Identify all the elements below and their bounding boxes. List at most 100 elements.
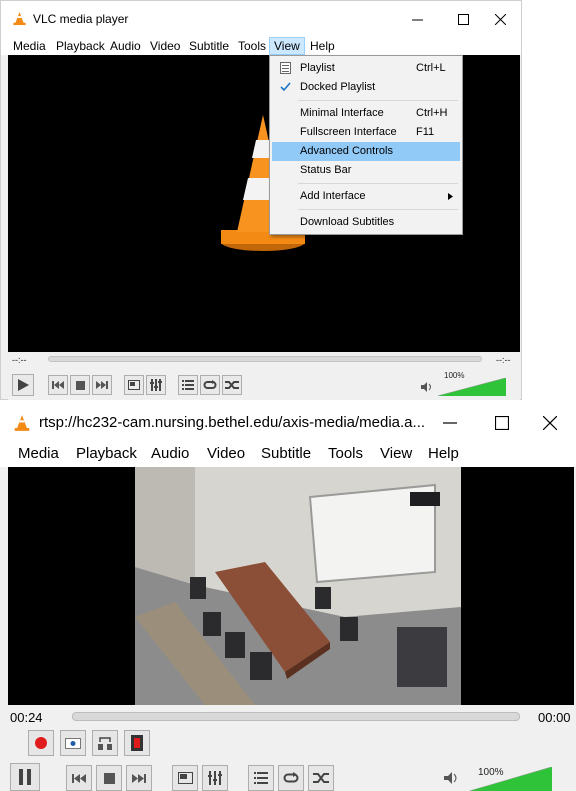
next-button[interactable]: [92, 375, 112, 395]
menu-playback[interactable]: Playback: [52, 38, 109, 54]
previous-icon: [52, 381, 64, 389]
view-menu-item-docked-playlist[interactable]: Docked Playlist: [272, 78, 460, 97]
pause-icon: [19, 769, 31, 785]
menu-playback[interactable]: Playback: [76, 445, 137, 462]
menu-media[interactable]: Media: [18, 445, 59, 462]
playlist-button[interactable]: [178, 375, 198, 395]
view-menu-item-fullscreen-interface[interactable]: Fullscreen Interface F11: [272, 123, 460, 142]
loop-ab-icon: [98, 737, 112, 750]
menu-help[interactable]: Help: [428, 445, 459, 462]
menu-help[interactable]: Help: [306, 38, 339, 54]
close-button[interactable]: [477, 1, 523, 37]
menu-video[interactable]: Video: [146, 38, 184, 54]
menu-tools[interactable]: Tools: [234, 38, 270, 54]
shuffle-button[interactable]: [308, 765, 334, 791]
menu-item-label: Add Interface: [300, 190, 366, 202]
stop-button[interactable]: [96, 765, 122, 791]
record-button[interactable]: [28, 730, 54, 756]
menu-audio[interactable]: Audio: [151, 445, 189, 462]
shuffle-button[interactable]: [222, 375, 242, 395]
previous-button[interactable]: [48, 375, 68, 395]
menu-item-shortcut: Ctrl+L: [416, 62, 446, 74]
checkmark-icon: [280, 82, 291, 92]
control-bar: 100%: [8, 370, 520, 400]
minimize-button[interactable]: [394, 1, 440, 37]
view-menu-item-advanced-controls[interactable]: Advanced Controls: [272, 142, 460, 161]
video-area[interactable]: [8, 467, 574, 705]
menu-media[interactable]: Media: [9, 38, 50, 54]
menu-separator: [298, 209, 458, 210]
playlist-icon: [182, 380, 194, 390]
minimize-button[interactable]: [424, 404, 476, 441]
seek-bar[interactable]: [72, 712, 520, 721]
menu-view[interactable]: View: [269, 37, 305, 55]
fullscreen-button[interactable]: [124, 375, 144, 395]
volume-slider[interactable]: [470, 767, 552, 791]
menu-audio[interactable]: Audio: [106, 38, 145, 54]
menu-item-label: Fullscreen Interface: [300, 126, 397, 138]
view-menu-item-add-interface[interactable]: Add Interface: [272, 187, 460, 206]
fullscreen-button[interactable]: [172, 765, 198, 791]
view-menu-item-playlist[interactable]: Playlist Ctrl+L: [272, 59, 460, 78]
fullscreen-icon: [177, 772, 193, 784]
loop-ab-button[interactable]: [92, 730, 118, 756]
next-icon: [96, 381, 108, 389]
window-title: rtsp://hc232-cam.nursing.bethel.edu/axis…: [39, 414, 426, 431]
submenu-arrow-icon: [448, 193, 453, 200]
close-icon: [494, 13, 506, 25]
speaker-icon[interactable]: [421, 382, 433, 392]
loop-button[interactable]: [278, 765, 304, 791]
playlist-icon: [254, 772, 268, 784]
maximize-button[interactable]: [476, 404, 528, 441]
shuffle-icon: [313, 773, 329, 783]
playlist-icon: [280, 62, 291, 74]
minimize-icon: [411, 19, 423, 20]
stop-icon: [75, 380, 85, 390]
seek-row: 00:24 00:00: [0, 705, 576, 729]
vlc-cone-icon: [13, 11, 26, 26]
menu-item-label: Minimal Interface: [300, 107, 384, 119]
menu-video[interactable]: Video: [207, 445, 245, 462]
shuffle-icon: [225, 381, 239, 389]
menu-bar: Media Playback Audio Video Subtitle Tool…: [1, 37, 521, 55]
maximize-icon: [495, 415, 509, 430]
next-button[interactable]: [126, 765, 152, 791]
seek-bar[interactable]: [48, 356, 482, 362]
fullscreen-icon: [128, 380, 140, 390]
menu-separator: [298, 183, 458, 184]
menu-item-label: Playlist: [300, 62, 335, 74]
vlc-window-large: rtsp://hc232-cam.nursing.bethel.edu/axis…: [0, 404, 576, 791]
vlc-cone-icon: [14, 415, 30, 431]
menu-item-label: Docked Playlist: [300, 81, 376, 93]
close-button[interactable]: [524, 404, 576, 441]
frame-by-frame-button[interactable]: [124, 730, 150, 756]
speaker-icon[interactable]: [444, 772, 459, 784]
menu-subtitle[interactable]: Subtitle: [185, 38, 233, 54]
stop-button[interactable]: [70, 375, 90, 395]
menu-bar: Media Playback Audio Video Subtitle Tool…: [0, 441, 576, 467]
extended-settings-button[interactable]: [202, 765, 228, 791]
close-icon: [543, 415, 557, 430]
title-bar: VLC media player: [1, 1, 521, 37]
pause-button[interactable]: [10, 763, 40, 791]
playlist-button[interactable]: [248, 765, 274, 791]
play-button[interactable]: [12, 374, 34, 396]
view-menu-item-download-subtitles[interactable]: Download Subtitles: [272, 213, 460, 232]
view-menu-item-status-bar[interactable]: Status Bar: [272, 161, 460, 180]
snapshot-button[interactable]: [60, 730, 86, 756]
menu-item-label: Status Bar: [300, 164, 352, 176]
volume-slider[interactable]: [438, 378, 506, 396]
elapsed-time: --:--: [12, 355, 27, 365]
menu-view[interactable]: View: [380, 445, 412, 462]
loop-icon: [283, 772, 299, 783]
menu-item-shortcut: Ctrl+H: [416, 107, 448, 119]
menu-item-shortcut: F11: [416, 126, 435, 138]
view-menu-item-minimal-interface[interactable]: Minimal Interface Ctrl+H: [272, 104, 460, 123]
frame-step-icon: [131, 735, 143, 751]
previous-button[interactable]: [66, 765, 92, 791]
loop-button[interactable]: [200, 375, 220, 395]
extended-settings-button[interactable]: [146, 375, 166, 395]
menu-item-label: Advanced Controls: [300, 145, 393, 157]
menu-subtitle[interactable]: Subtitle: [261, 445, 311, 462]
menu-tools[interactable]: Tools: [328, 445, 363, 462]
